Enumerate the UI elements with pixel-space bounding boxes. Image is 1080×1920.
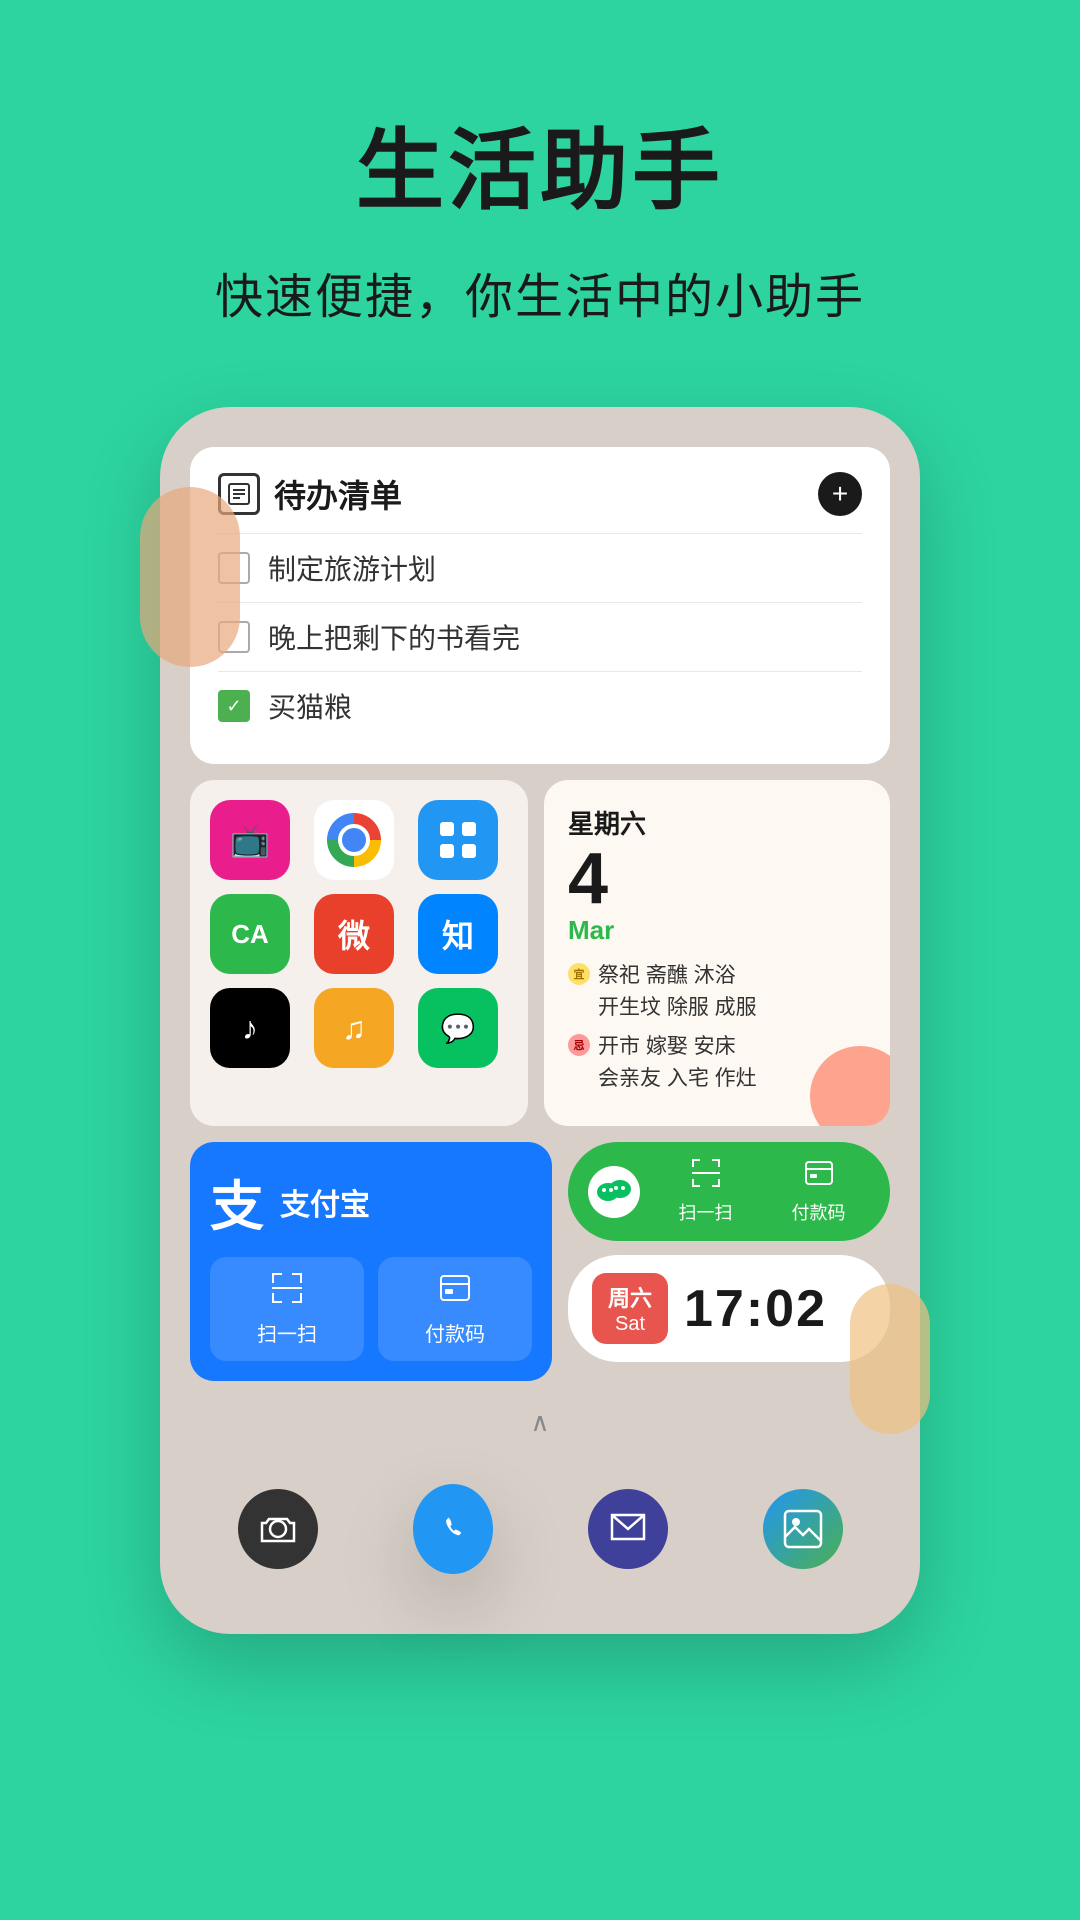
phone-wrapper: 待办清单 + 制定旅游计划 晚上把剩下的书看完 ✓ 买猫粮 bbox=[0, 387, 1080, 1634]
alipay-scan-icon bbox=[270, 1271, 304, 1312]
todo-item-3[interactable]: ✓ 买猫粮 bbox=[218, 671, 862, 740]
todo-header-left: 待办清单 bbox=[218, 471, 402, 517]
deco-shape-bottomright bbox=[850, 1284, 930, 1434]
nav-message-button[interactable] bbox=[588, 1489, 668, 1569]
page-background: 生活助手 快速便捷，你生活中的小助手 bbox=[0, 0, 1080, 1634]
wechat-pay-label: 付款码 bbox=[792, 1199, 846, 1225]
clock-time: 17:02 bbox=[684, 1279, 827, 1339]
todo-text-1: 制定旅游计划 bbox=[268, 548, 436, 588]
clock-widget: 周六 Sat 17:02 bbox=[568, 1255, 890, 1362]
todo-text-3: 买猫粮 bbox=[268, 686, 352, 726]
cal-good-text: 祭祀 斋醮 沐浴开生坟 除服 成服 bbox=[598, 960, 757, 1023]
todo-item-1[interactable]: 制定旅游计划 bbox=[218, 533, 862, 602]
app-icon-bilibili[interactable]: 📺 bbox=[210, 800, 290, 880]
wechat-pay-button[interactable]: 付款码 bbox=[767, 1158, 870, 1225]
calendar-date: 4 bbox=[568, 843, 608, 915]
swipe-indicator: ∧ bbox=[190, 1397, 890, 1448]
calendar-day-label: 星期六 bbox=[568, 804, 866, 841]
wechat-scan-button[interactable]: 扫一扫 bbox=[654, 1158, 757, 1225]
app-icon-zhihu[interactable]: 知 bbox=[418, 894, 498, 974]
todo-checkbox-3[interactable]: ✓ bbox=[218, 690, 250, 722]
phone-content: 待办清单 + 制定旅游计划 晚上把剩下的书看完 ✓ 买猫粮 bbox=[190, 447, 890, 1584]
calendar-widget: 星期六 4 Mar 宜 祭祀 斋醮 沐浴开生坟 除服 成服 忌 bbox=[544, 780, 890, 1126]
wechat-scan-icon bbox=[691, 1158, 721, 1195]
alipay-name: 支付宝 bbox=[280, 1180, 370, 1224]
app-grid-widget: 📺 bbox=[190, 780, 528, 1126]
alipay-header: 支 支付宝 bbox=[210, 1162, 532, 1241]
alipay-pay-icon bbox=[438, 1271, 472, 1312]
alipay-logo: 支 bbox=[210, 1162, 264, 1241]
header-section: 生活助手 快速便捷，你生活中的小助手 bbox=[0, 0, 1080, 387]
nav-gallery-button[interactable] bbox=[763, 1489, 843, 1569]
wechat-logo bbox=[588, 1166, 640, 1218]
cal-bad-badge: 忌 bbox=[568, 1034, 590, 1056]
app-icon-wechat[interactable]: 💬 bbox=[418, 988, 498, 1068]
nav-camera-button[interactable] bbox=[238, 1489, 318, 1569]
app-icon-weibo[interactable]: 微 bbox=[314, 894, 394, 974]
wechat-pay-icon bbox=[804, 1158, 834, 1195]
alipay-pay-button[interactable]: 付款码 bbox=[378, 1257, 532, 1361]
calendar-month: Mar bbox=[568, 915, 866, 946]
phone-mockup: 待办清单 + 制定旅游计划 晚上把剩下的书看完 ✓ 买猫粮 bbox=[160, 407, 920, 1634]
alipay-scan-label: 扫一扫 bbox=[257, 1318, 317, 1347]
bottom-nav bbox=[190, 1464, 890, 1584]
todo-item-2[interactable]: 晚上把剩下的书看完 bbox=[218, 602, 862, 671]
deco-shape-topleft bbox=[140, 487, 240, 667]
todo-header: 待办清单 + bbox=[218, 471, 862, 517]
alipay-widget: 支 支付宝 bbox=[190, 1142, 552, 1381]
alipay-actions: 扫一扫 付款码 bbox=[210, 1257, 532, 1361]
clock-day-chinese: 周六 bbox=[608, 1281, 652, 1313]
wechat-actions: 扫一扫 bbox=[654, 1158, 870, 1225]
page-subtitle: 快速便捷，你生活中的小助手 bbox=[0, 257, 1080, 327]
page-title: 生活助手 bbox=[0, 100, 1080, 227]
app-grid: 📺 bbox=[210, 800, 508, 1068]
bottom-row: 支 支付宝 bbox=[190, 1142, 890, 1381]
wechat-mini-column: 扫一扫 bbox=[568, 1142, 890, 1381]
cal-good-row: 宜 祭祀 斋醮 沐浴开生坟 除服 成服 bbox=[568, 960, 866, 1023]
wechat-bar: 扫一扫 bbox=[568, 1142, 890, 1241]
cal-bad-text: 开市 嫁娶 安床会亲友 入宅 作灶 bbox=[598, 1031, 757, 1094]
app-icon-hub[interactable] bbox=[418, 800, 498, 880]
cal-good-badge: 宜 bbox=[568, 963, 590, 985]
nav-phone-button[interactable] bbox=[413, 1484, 493, 1574]
todo-add-button[interactable]: + bbox=[818, 472, 862, 516]
todo-title: 待办清单 bbox=[274, 471, 402, 517]
app-icon-tiktok[interactable]: ♪ bbox=[210, 988, 290, 1068]
todo-text-2: 晚上把剩下的书看完 bbox=[268, 617, 520, 657]
alipay-scan-button[interactable]: 扫一扫 bbox=[210, 1257, 364, 1361]
clock-day-english: Sat bbox=[608, 1313, 652, 1336]
app-icon-chrome[interactable] bbox=[314, 800, 394, 880]
todo-widget: 待办清单 + 制定旅游计划 晚上把剩下的书看完 ✓ 买猫粮 bbox=[190, 447, 890, 764]
middle-row: 📺 bbox=[190, 780, 890, 1126]
app-icon-ca[interactable]: CA bbox=[210, 894, 290, 974]
alipay-pay-label: 付款码 bbox=[425, 1318, 485, 1347]
app-icon-music[interactable]: ♫ bbox=[314, 988, 394, 1068]
clock-day-badge: 周六 Sat bbox=[592, 1273, 668, 1344]
wechat-scan-label: 扫一扫 bbox=[679, 1199, 733, 1225]
